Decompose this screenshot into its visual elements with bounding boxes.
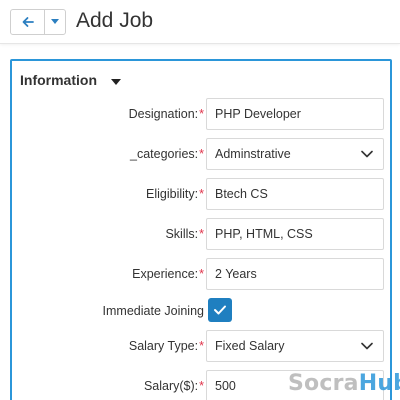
required-marker: * [199, 227, 204, 241]
designation-row: Designation:* [12, 98, 390, 130]
required-marker: * [199, 107, 204, 121]
salary-label: Salary($):* [143, 379, 204, 393]
immediate-joining-checkbox[interactable] [208, 298, 232, 322]
watermark-part-2: Hub [358, 371, 400, 396]
required-marker: * [199, 187, 204, 201]
required-marker: * [199, 147, 204, 161]
categories-row: _categories:* Adminstrative [12, 138, 390, 170]
immediate-joining-label: Immediate Joining [102, 304, 204, 318]
arrow-left-icon [22, 17, 34, 27]
top-bar: Add Job [0, 0, 400, 44]
salary-type-value: Fixed Salary [215, 339, 285, 353]
salary-type-select[interactable]: Fixed Salary [206, 330, 384, 362]
chevron-down-icon [361, 150, 373, 158]
back-button[interactable] [11, 10, 45, 34]
salary-type-row: Salary Type:* Fixed Salary [12, 330, 390, 362]
eligibility-row: Eligibility:* [12, 178, 390, 210]
required-marker: * [199, 267, 204, 281]
back-dropdown-button[interactable] [45, 10, 65, 34]
section-title: Information [20, 72, 97, 88]
required-marker: * [199, 339, 204, 353]
socrahub-watermark-logo: SocraHub [288, 371, 400, 396]
information-panel: Information Designation:* _categories:* … [10, 59, 392, 400]
salary-type-label: Salary Type:* [128, 339, 204, 353]
back-button-group [10, 9, 66, 35]
skills-row: Skills:* [12, 218, 390, 250]
experience-row: Experience:* [12, 258, 390, 290]
required-marker: * [199, 379, 204, 393]
skills-label: Skills:* [165, 227, 204, 241]
eligibility-label: Eligibility:* [146, 187, 204, 201]
section-header[interactable]: Information [20, 72, 121, 88]
page-title: Add Job [76, 9, 154, 32]
categories-value: Adminstrative [215, 147, 291, 161]
immediate-joining-row: Immediate Joining [12, 295, 390, 327]
caret-down-icon[interactable] [111, 72, 121, 88]
designation-input[interactable] [206, 98, 384, 130]
categories-label: _categories:* [130, 147, 204, 161]
chevron-down-icon [361, 342, 373, 350]
categories-select[interactable]: Adminstrative [206, 138, 384, 170]
caret-down-icon [51, 19, 59, 24]
experience-label: Experience:* [132, 267, 204, 281]
skills-input[interactable] [206, 218, 384, 250]
experience-input[interactable] [206, 258, 384, 290]
watermark-part-1: Socra [288, 371, 359, 396]
eligibility-input[interactable] [206, 178, 384, 210]
designation-label: Designation:* [128, 107, 204, 121]
check-icon [214, 305, 226, 315]
